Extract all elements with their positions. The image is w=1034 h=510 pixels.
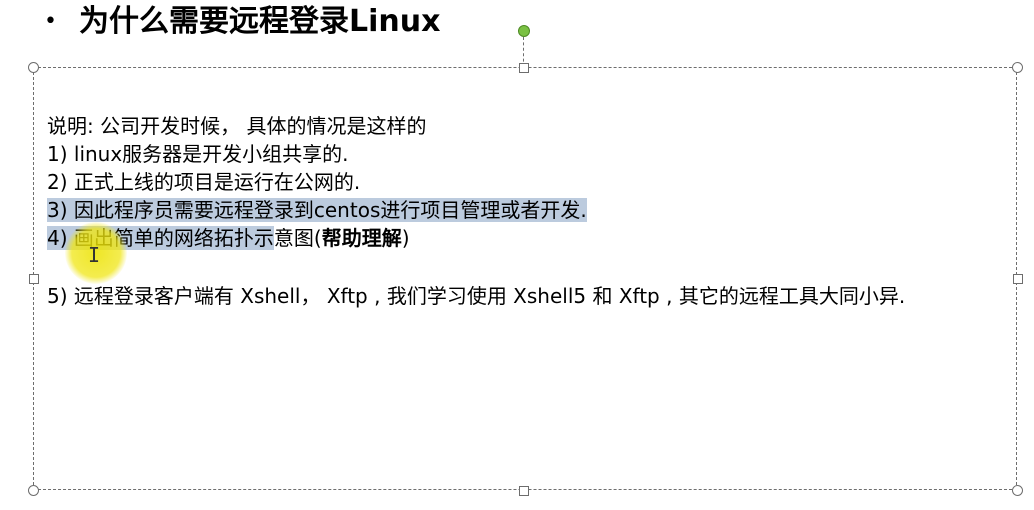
title-row: • 为什么需要远程登录Linux	[44, 2, 440, 42]
text-line-intro: 说明: 公司开发时候， 具体的情况是这样的	[47, 114, 427, 138]
text-line-4-bold: 帮助理解	[321, 226, 402, 250]
resize-handle-top[interactable]	[519, 63, 529, 73]
resize-handle-bottom[interactable]	[519, 486, 529, 496]
slide-title[interactable]: 为什么需要远程登录Linux	[79, 2, 440, 42]
text-line-2: 2) 正式上线的项目是运行在公网的.	[47, 170, 361, 194]
text-line-5: 5) 远程登录客户端有 Xshell， Xftp , 我们学习使用 Xshell…	[47, 284, 906, 308]
slide-canvas: • 为什么需要远程登录Linux 说明: 公司开发时候， 具体的情况是这样的 1…	[0, 0, 1034, 510]
resize-handle-left[interactable]	[29, 274, 39, 284]
resize-handle-top-right[interactable]	[1012, 62, 1023, 73]
selected-text: 3) 因此程序员需要远程登录到centos进行项目管理或者开发.	[47, 198, 587, 222]
resize-handle-bottom-left[interactable]	[28, 485, 39, 496]
text-line-1: 1) linux服务器是开发小组共享的.	[47, 142, 349, 166]
resize-handle-bottom-right[interactable]	[1012, 485, 1023, 496]
rotate-handle-icon[interactable]	[518, 25, 530, 37]
text-line-4-close: )	[401, 226, 410, 250]
text-line-3: 3) 因此程序员需要远程登录到centos进行项目管理或者开发.	[47, 196, 1007, 224]
text-line-4: 4) 画出简单的网络拓扑示意图(帮助理解)	[47, 224, 1007, 252]
text-box-content[interactable]: 说明: 公司开发时候， 具体的情况是这样的 1) linux服务器是开发小组共享…	[47, 112, 1007, 310]
text-line-4-rest: 意图(	[273, 226, 322, 250]
resize-handle-top-left[interactable]	[28, 62, 39, 73]
resize-handle-right[interactable]	[1013, 274, 1023, 284]
bullet-icon: •	[44, 9, 57, 34]
i-beam-cursor-icon: I	[88, 243, 101, 267]
